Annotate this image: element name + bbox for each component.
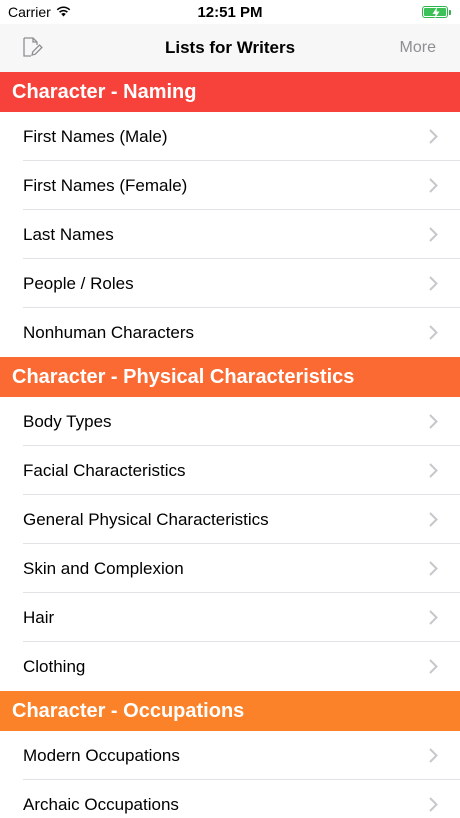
chevron-right-icon <box>429 414 438 429</box>
list-item-label: First Names (Female) <box>23 175 188 195</box>
list-item-label: Body Types <box>23 411 112 431</box>
list-item-label: Hair <box>23 607 55 627</box>
chevron-right-icon <box>429 463 438 478</box>
chevron-right-icon <box>429 797 438 812</box>
section-header-naming: Character - Naming <box>0 72 460 112</box>
list-item-label: First Names (Male) <box>23 126 168 146</box>
chevron-right-icon <box>429 227 438 242</box>
list-item-general-physical-characteristics[interactable]: General Physical Characteristics <box>0 495 460 544</box>
chevron-right-icon <box>429 129 438 144</box>
navigation-bar: Lists for Writers More <box>0 24 460 72</box>
list-item-label: Skin and Complexion <box>23 558 184 578</box>
list-item-modern-occupations[interactable]: Modern Occupations <box>0 731 460 780</box>
list-item-label: Facial Characteristics <box>23 460 186 480</box>
list-item-label: Clothing <box>23 656 86 676</box>
list-item-archaic-occupations[interactable]: Archaic Occupations <box>0 780 460 818</box>
more-button[interactable]: More <box>400 39 436 57</box>
list-item-label: People / Roles <box>23 273 134 293</box>
section-header-occupations: Character - Occupations <box>0 691 460 731</box>
list-item-hair[interactable]: Hair <box>0 593 460 642</box>
chevron-right-icon <box>429 748 438 763</box>
list-item-label: Nonhuman Characters <box>23 322 195 342</box>
charging-bolt-icon <box>432 7 440 19</box>
list-table[interactable]: Character - Naming First Names (Male) Fi… <box>0 72 460 818</box>
chevron-right-icon <box>429 659 438 674</box>
list-item-people-roles[interactable]: People / Roles <box>0 259 460 308</box>
list-item-label: Modern Occupations <box>23 745 180 765</box>
list-item-last-names[interactable]: Last Names <box>0 210 460 259</box>
compose-icon[interactable] <box>20 35 44 59</box>
section-header-physical-characteristics: Character - Physical Characteristics <box>0 357 460 397</box>
chevron-right-icon <box>429 512 438 527</box>
list-item-label: Last Names <box>23 224 114 244</box>
list-item-skin-and-complexion[interactable]: Skin and Complexion <box>0 544 460 593</box>
list-item-clothing[interactable]: Clothing <box>0 642 460 691</box>
battery-icon <box>422 6 451 19</box>
list-item-label: Archaic Occupations <box>23 794 179 814</box>
page-title: Lists for Writers <box>164 38 296 57</box>
chevron-right-icon <box>429 178 438 193</box>
status-bar: Carrier 12:51 PM <box>0 0 460 24</box>
chevron-right-icon <box>429 276 438 291</box>
chevron-right-icon <box>429 325 438 340</box>
list-item-first-names-male[interactable]: First Names (Male) <box>0 112 460 161</box>
chevron-right-icon <box>429 561 438 576</box>
status-time: 12:51 PM <box>197 4 263 21</box>
chevron-right-icon <box>429 610 438 625</box>
list-item-body-types[interactable]: Body Types <box>0 397 460 446</box>
list-item-first-names-female[interactable]: First Names (Female) <box>0 161 460 210</box>
list-item-label: General Physical Characteristics <box>23 509 269 529</box>
battery-level <box>424 7 446 19</box>
list-item-facial-characteristics[interactable]: Facial Characteristics <box>0 446 460 495</box>
list-item-nonhuman-characters[interactable]: Nonhuman Characters <box>0 308 460 357</box>
